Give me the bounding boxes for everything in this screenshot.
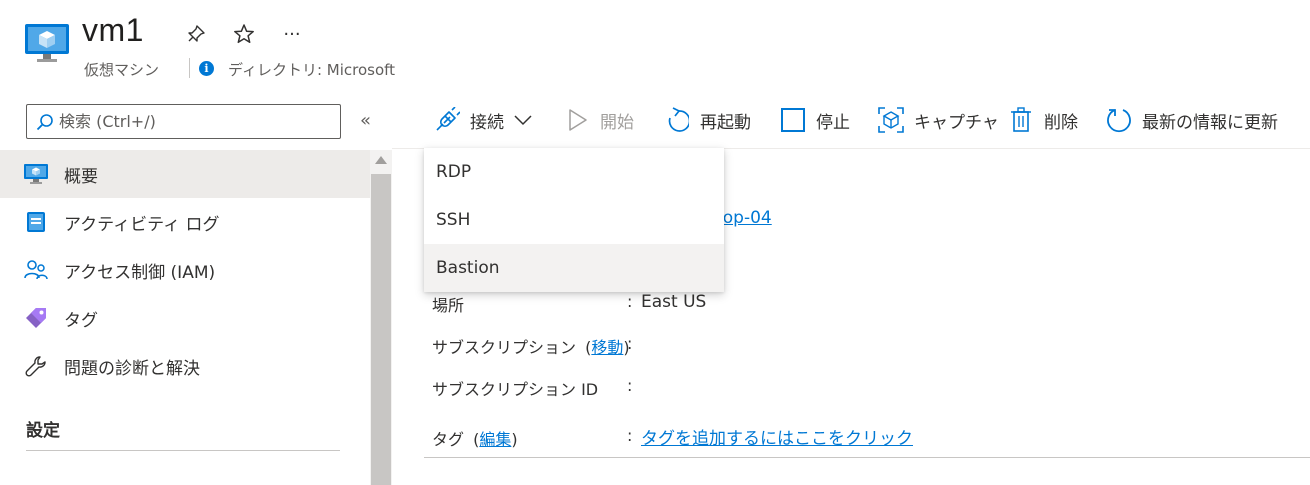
delete-button[interactable]: 削除 [1008,100,1078,140]
stop-button[interactable]: 停止 [780,100,850,140]
restart-label: 再起動 [700,112,751,133]
sidebar-item-label: 概要 [64,166,98,187]
sidebar-scrollbar[interactable] [370,150,392,485]
wrench-icon [24,354,48,378]
header-divider [189,58,190,78]
capture-label: キャプチャ [914,112,999,133]
subscription-label: サブスクリプション [432,338,577,357]
connect-button[interactable]: 接続 [434,100,532,140]
location-value: East US [641,292,707,312]
tags-edit-link[interactable]: 編集 [479,430,511,449]
people-icon [24,258,48,282]
subscription-colon: : [627,334,633,353]
subscription-move-link[interactable]: 移動 [591,338,623,357]
sidebar-item-iam[interactable]: アクセス制御 (IAM) [0,246,370,294]
connect-label: 接続 [470,112,504,133]
sidebar-item-label: 問題の診断と解決 [64,358,200,379]
tags-colon: : [627,426,633,445]
refresh-label: 最新の情報に更新 [1142,112,1278,133]
resource-type-label: 仮想マシン [84,61,160,79]
subscription-id-colon: : [627,376,633,395]
delete-label: 削除 [1044,112,1078,133]
chevron-down-icon [514,114,532,126]
sidebar-item-label: アクティビティ ログ [64,214,220,235]
sidebar-item-label: タグ [64,310,98,331]
location-label: 場所 [432,296,465,315]
scrollbar-thumb[interactable] [371,174,391,485]
info-icon: i [199,61,214,76]
sidebar-item-activity-log[interactable]: アクティビティ ログ [0,198,370,246]
search-input[interactable] [59,112,329,131]
search-box[interactable] [26,104,341,139]
collapse-sidebar-button[interactable]: « [360,110,371,131]
menu-item-bastion[interactable]: Bastion [424,244,724,292]
start-button[interactable]: 開始 [564,100,634,140]
subscription-id-label: サブスクリプション ID [432,380,599,399]
refresh-icon [1106,107,1132,133]
star-icon[interactable] [232,22,256,46]
vm-icon [24,162,48,186]
section-divider [26,450,340,451]
plug-icon [434,107,460,133]
start-label: 開始 [600,112,634,133]
subscription-row-label: サブスクリプション (移動) [432,338,630,357]
essentials-divider [424,457,1310,458]
stop-label: 停止 [816,112,850,133]
more-options-button[interactable]: ··· [280,22,304,46]
restart-icon [664,107,690,133]
tags-label: タグ [432,430,465,449]
connect-dropdown-menu: RDP SSH Bastion [424,148,724,292]
sidebar-item-label: アクセス制御 (IAM) [64,262,216,283]
settings-section-title: 設定 [26,421,60,441]
play-icon [564,107,590,133]
sidebar-item-tags[interactable]: タグ [0,294,370,342]
search-icon [35,112,55,132]
refresh-button[interactable]: 最新の情報に更新 [1106,100,1278,140]
menu-item-rdp[interactable]: RDP [424,148,724,196]
pin-icon[interactable] [184,22,208,46]
menu-item-ssh[interactable]: SSH [424,196,724,244]
sidebar-item-overview[interactable]: 概要 [0,150,370,198]
directory-label: ディレクトリ: Microsoft [228,61,396,79]
sidebar-item-diagnose[interactable]: 問題の診断と解決 [0,342,370,390]
add-tags-link[interactable]: タグを追加するにはここをクリック [641,424,913,449]
scroll-up-arrow-icon[interactable] [375,156,387,164]
activity-log-icon [24,210,48,234]
location-colon: : [627,292,633,311]
tag-icon [24,306,48,330]
restart-button[interactable]: 再起動 [664,100,751,140]
stop-icon [780,107,806,133]
capture-button[interactable]: キャプチャ [878,100,999,140]
capture-icon [878,107,904,133]
tags-row-label: タグ (編集) [432,430,518,449]
trash-icon [1008,107,1034,133]
sidebar: 概要 アクティビティ ログ アクセス制御 (IAM) タグ 問題の診断と解決 設… [0,150,370,485]
vm-icon [24,22,70,64]
page-title: vm1 [82,12,144,48]
